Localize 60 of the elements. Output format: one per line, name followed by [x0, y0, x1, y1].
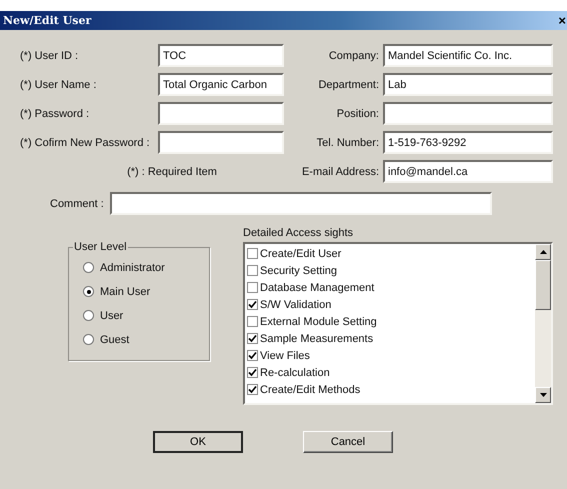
list-item[interactable]: Create/Edit User: [260, 248, 342, 260]
checkbox[interactable]: [247, 384, 258, 395]
radio-label: Guest: [100, 334, 130, 346]
field-label: Tel. Number:: [316, 136, 379, 150]
checkbox[interactable]: [247, 367, 258, 378]
check-icon: [248, 300, 257, 309]
comment-field[interactable]: [110, 192, 492, 215]
field-label: Department:: [317, 78, 379, 92]
input-field[interactable]: Total Organic Carbon: [158, 73, 284, 96]
list-item[interactable]: Create/Edit Methods: [260, 384, 360, 396]
radio-button[interactable]: [83, 334, 94, 345]
radio-label: Administrator: [100, 262, 165, 274]
scroll-thumb[interactable]: [535, 260, 551, 310]
list-item[interactable]: External Module Setting: [260, 316, 377, 328]
input-field[interactable]: [383, 102, 553, 125]
radio-button[interactable]: [83, 310, 94, 321]
list-item[interactable]: View Files: [260, 350, 310, 362]
window-title: New/Edit User: [3, 14, 92, 27]
down-arrow-icon: [540, 393, 546, 397]
checkbox[interactable]: [247, 282, 258, 293]
scrollbar[interactable]: [535, 244, 551, 403]
radio-label: Main User: [100, 286, 150, 298]
input-field[interactable]: Lab: [383, 73, 553, 96]
input-field[interactable]: [158, 131, 284, 154]
list-item[interactable]: Re-calculation: [260, 366, 330, 378]
checkbox[interactable]: [247, 350, 258, 361]
field-label: Position:: [336, 106, 379, 122]
field-label: Company:: [328, 48, 379, 64]
scroll-up-button[interactable]: [535, 244, 551, 260]
radio-button[interactable]: [83, 286, 94, 297]
input-field[interactable]: TOC: [158, 44, 284, 67]
group-title: User Level: [73, 241, 128, 253]
field-label: E-mail Address:: [300, 164, 379, 180]
input-field[interactable]: [158, 102, 284, 125]
list-item[interactable]: S/W Validation: [260, 298, 332, 310]
list-item[interactable]: Sample Measurements: [260, 332, 374, 344]
list-title: Detailed Access sights: [243, 227, 354, 239]
required-note: (*) : Required Item: [126, 164, 218, 180]
dialog-button[interactable]: OK: [153, 431, 243, 453]
up-arrow-icon: [540, 250, 546, 254]
scroll-down-button[interactable]: [535, 387, 551, 403]
checkbox[interactable]: [247, 299, 258, 310]
checkbox[interactable]: [247, 248, 258, 259]
field-label: (*) User Name :: [20, 78, 98, 92]
radio-button[interactable]: [83, 262, 94, 273]
field-label: Comment :: [50, 196, 104, 212]
input-field[interactable]: info@mandel.ca: [383, 160, 553, 183]
field-label: (*) User ID :: [20, 48, 80, 64]
field-label: (*) Cofirm New Password :: [20, 136, 151, 150]
field-label: (*) Password :: [20, 106, 90, 122]
close-button[interactable]: ×: [557, 14, 567, 27]
list-item[interactable]: Security Setting: [260, 264, 338, 276]
list-item[interactable]: Database Management: [260, 282, 374, 294]
input-field[interactable]: Mandel Scientific Co. Inc.: [383, 44, 553, 67]
checkbox[interactable]: [247, 265, 258, 276]
radio-label: User: [100, 310, 124, 322]
dialog-button[interactable]: Cancel: [303, 431, 393, 453]
input-field[interactable]: 1-519-763-9292: [383, 131, 553, 154]
checkbox[interactable]: [247, 316, 258, 327]
checkbox[interactable]: [247, 333, 258, 344]
